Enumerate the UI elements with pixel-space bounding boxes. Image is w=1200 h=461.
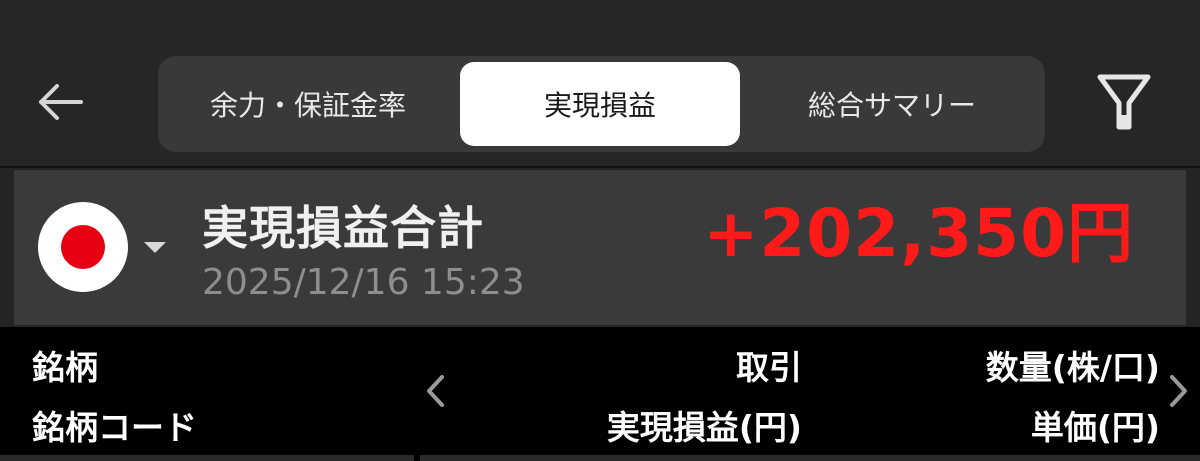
flag-red-circle [61, 225, 105, 269]
filter-icon [1097, 74, 1151, 130]
chevron-left-icon [427, 375, 444, 407]
segmented-tabs: 余力・保証金率 実現損益 総合サマリー [158, 56, 1045, 152]
japan-flag-icon [38, 202, 128, 292]
row-separator [0, 455, 1200, 461]
header-stock-name: 銘柄 [32, 348, 98, 387]
tab-summary[interactable]: 総合サマリー [742, 62, 1042, 146]
tab-margin-ratio[interactable]: 余力・保証金率 [158, 62, 458, 146]
column-separator [414, 455, 420, 461]
header-unit-price: 単価(円) [1030, 408, 1160, 447]
summary-datetime: 2025/12/16 15:23 [202, 262, 525, 303]
arrow-left-icon [39, 84, 83, 120]
header-divider [0, 166, 1200, 168]
table-header: 銘柄 銘柄コード 取引 実現損益(円) 数量(株/口) 単価(円) [0, 327, 1200, 461]
realized-pl-summary: 実現損益合計 2025/12/16 15:23 +202,350円 [14, 170, 1186, 325]
chevron-right-icon [1170, 375, 1187, 407]
summary-title: 実現損益合計 [202, 201, 484, 255]
market-selector[interactable] [38, 202, 178, 292]
back-button[interactable] [30, 72, 90, 132]
scroll-right-button[interactable] [1164, 371, 1194, 411]
header-trade: 取引 [736, 348, 802, 387]
filter-button[interactable] [1092, 68, 1156, 136]
app-header: 余力・保証金率 実現損益 総合サマリー [0, 0, 1200, 166]
tab-realized-pl[interactable]: 実現損益 [460, 62, 740, 146]
chevron-down-icon [144, 242, 166, 253]
header-stock-code: 銘柄コード [32, 408, 197, 447]
scroll-left-button[interactable] [420, 371, 450, 411]
header-realized-pl: 実現損益(円) [606, 408, 802, 447]
header-quantity: 数量(株/口) [985, 348, 1160, 387]
summary-total-value: +202,350円 [703, 195, 1134, 272]
